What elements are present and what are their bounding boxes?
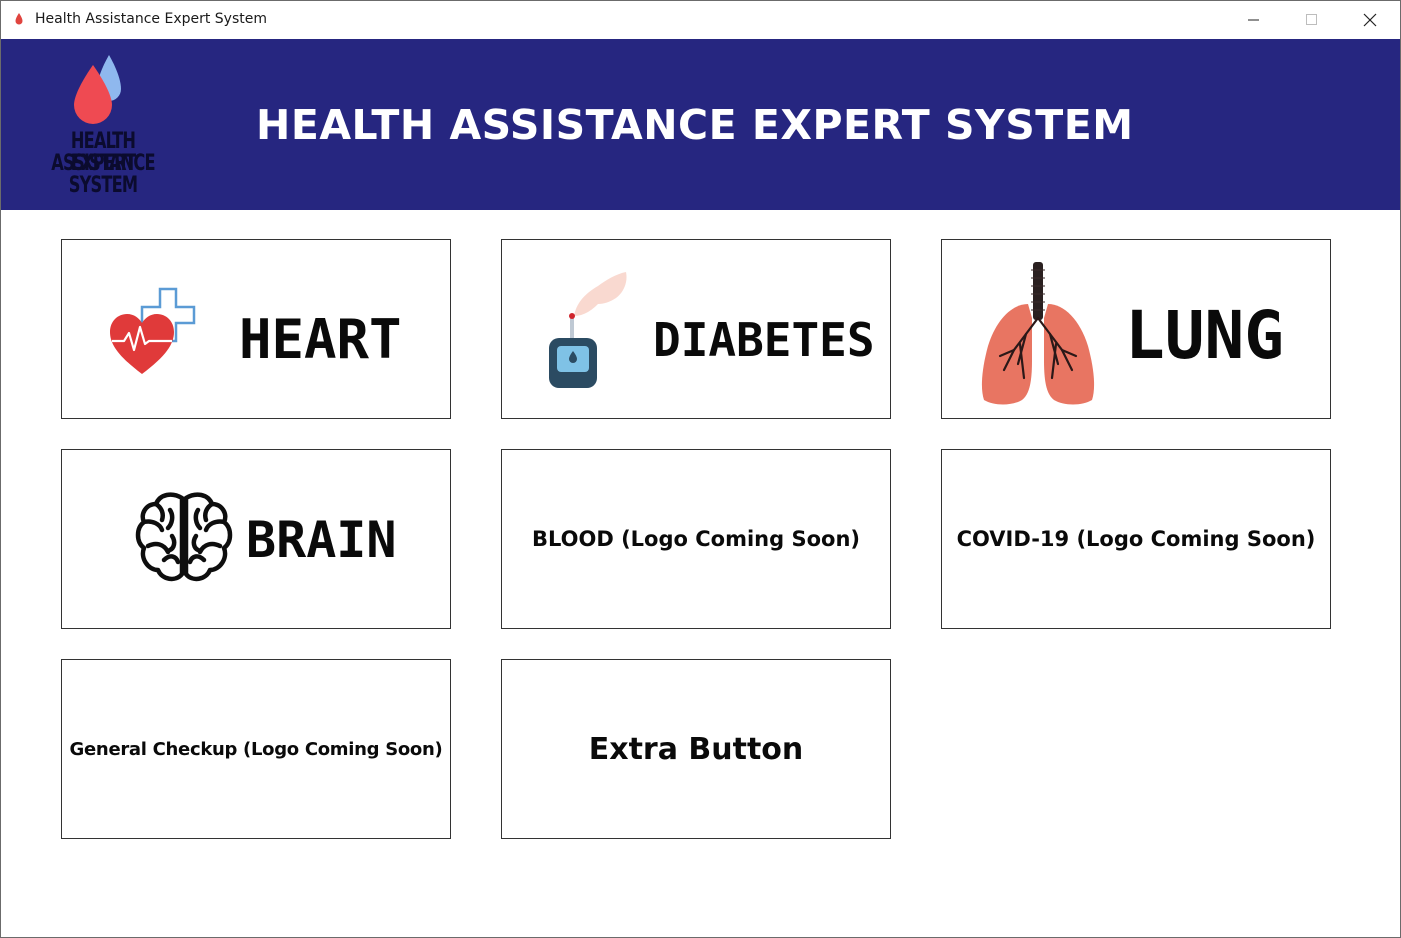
brain-button[interactable]: BRAIN [61,449,451,629]
diabetes-label: DIABETES [653,313,875,367]
lungs-icon [981,262,1095,405]
close-icon [1363,13,1377,27]
covid-label: COVID-19 (Logo Coming Soon) [956,527,1316,551]
heart-cross-icon [110,287,196,374]
minimize-button[interactable] [1225,1,1283,39]
blood-label: BLOOD (Logo Coming Soon) [531,527,860,551]
close-button[interactable] [1341,1,1399,39]
maximize-icon [1306,14,1317,25]
brain-label: BRAIN [246,511,397,569]
glucose-meter-icon [549,272,627,388]
maximize-button[interactable] [1283,1,1341,39]
header-banner: HEALTH ASSISTANCE EXPERT SYSTEM HEALTH A… [1,39,1400,210]
window-title-bar: Health Assistance Expert System [1,1,1400,39]
app-logo: HEALTH ASSISTANCE EXPERT SYSTEM [19,53,187,203]
minimize-icon [1248,19,1259,21]
lung-label: LUNG [1125,297,1284,374]
window-title: Health Assistance Expert System [35,11,268,27]
extra-button-label: Extra Button [588,731,804,767]
app-drop-icon [15,13,23,25]
heart-label: HEART [239,308,402,371]
general-checkup-button[interactable]: General Checkup (Logo Coming Soon) [61,659,451,839]
heart-button[interactable]: HEART [61,239,451,419]
brain-icon [135,492,233,582]
covid-button[interactable]: COVID-19 (Logo Coming Soon) [941,449,1331,629]
blood-button[interactable]: BLOOD (Logo Coming Soon) [501,449,891,629]
lung-button[interactable]: LUNG [941,239,1331,419]
diabetes-button[interactable]: DIABETES [501,239,891,419]
page-title: HEALTH ASSISTANCE EXPERT SYSTEM [256,101,1134,149]
general-checkup-label: General Checkup (Logo Coming Soon) [69,738,443,760]
logo-text-line2: EXPERT SYSTEM [68,151,138,198]
extra-button[interactable]: Extra Button [501,659,891,839]
blood-drop-logo-icon [74,55,121,124]
